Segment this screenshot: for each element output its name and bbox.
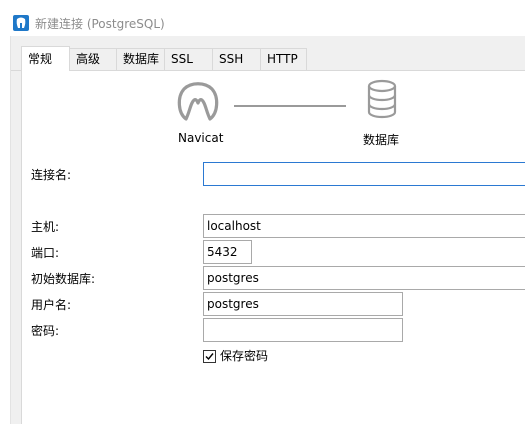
save-password-checkbox[interactable] (203, 350, 216, 363)
host-label: 主机: (31, 220, 60, 234)
password-label: 密码: (31, 324, 60, 338)
window-title: 新建连接 (PostgreSQL) (35, 17, 165, 31)
connection-link-line (234, 105, 346, 107)
tab-databases[interactable]: 数据库 (116, 48, 165, 70)
host-input[interactable]: localhost (203, 214, 525, 238)
tab-advanced[interactable]: 高级 (69, 48, 117, 70)
port-label: 端口: (31, 246, 60, 260)
username-label: 用户名: (31, 298, 72, 312)
tab-general[interactable]: 常规 (21, 46, 70, 71)
navicat-label: Navicat (178, 131, 224, 145)
connection-name-input[interactable] (203, 162, 525, 186)
navicat-logo-icon (176, 79, 220, 123)
tab-ssl[interactable]: SSL (164, 48, 213, 70)
app-icon (13, 15, 29, 31)
password-input[interactable] (203, 318, 403, 342)
general-tab-panel (21, 71, 525, 424)
database-icon (365, 79, 399, 119)
save-password-label[interactable]: 保存密码 (220, 349, 268, 363)
tab-http[interactable]: HTTP (260, 48, 307, 70)
checkmark-icon (205, 353, 214, 361)
initial-database-input[interactable]: postgres (203, 266, 525, 290)
window-frame-left (10, 36, 11, 424)
connection-name-label: 连接名: (31, 168, 72, 182)
port-input[interactable]: 5432 (203, 240, 252, 264)
initial-database-label: 初始数据库: (31, 272, 96, 286)
username-input[interactable]: postgres (203, 292, 403, 316)
database-label: 数据库 (363, 133, 400, 147)
tab-ssh[interactable]: SSH (212, 48, 261, 70)
